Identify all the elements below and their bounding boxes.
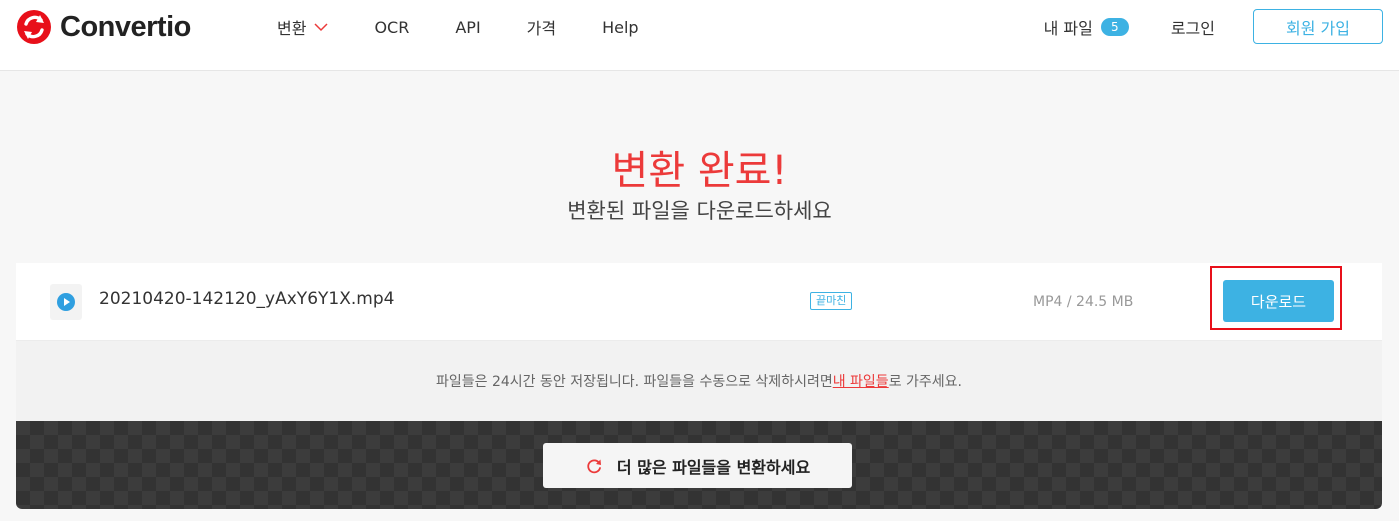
- convert-more-button[interactable]: 더 많은 파일들을 변환하세요: [543, 443, 852, 488]
- convert-more-area: 더 많은 파일들을 변환하세요: [16, 421, 1382, 509]
- nav-ocr[interactable]: OCR: [374, 18, 409, 37]
- login-link[interactable]: 로그인: [1171, 15, 1215, 39]
- nav-convert[interactable]: 변환: [277, 15, 328, 39]
- nav-help[interactable]: Help: [602, 18, 638, 37]
- convertio-logo-icon: [17, 10, 51, 44]
- refresh-icon: [587, 458, 601, 473]
- logo-text: Convertio: [60, 10, 191, 43]
- my-files-link[interactable]: 내 파일 5: [1044, 15, 1129, 39]
- page-subtitle: 변환된 파일을 다운로드하세요: [567, 199, 832, 223]
- account-nav: 내 파일 5 로그인 회원 가입: [1044, 9, 1383, 44]
- play-icon: [57, 293, 75, 311]
- file-row: 20210420-142120_yAxY6Y1X.mp4 끝마친 MP4 / 2…: [16, 263, 1382, 341]
- nav-convert-label: 변환: [277, 19, 307, 38]
- storage-info: 파일들은 24시간 동안 저장됩니다. 파일들을 수동으로 삭제하시려면 내 파…: [16, 341, 1382, 421]
- file-type-icon: [50, 284, 82, 320]
- nav-api[interactable]: API: [455, 18, 480, 37]
- page-title: 변환 완료!: [611, 148, 788, 194]
- my-files-count-badge: 5: [1100, 17, 1129, 36]
- signup-button[interactable]: 회원 가입: [1253, 9, 1383, 44]
- status-badge: 끝마친: [810, 292, 853, 310]
- convert-more-label: 더 많은 파일들을 변환하세요: [616, 457, 811, 477]
- my-files-label: 내 파일: [1043, 18, 1093, 38]
- info-text-before: 파일들은 24시간 동안 저장됩니다. 파일들을 수동으로 삭제하시려면: [435, 374, 833, 390]
- nav-pricing[interactable]: 가격: [527, 15, 556, 39]
- file-name: 20210420-142120_yAxY6Y1X.mp4: [99, 289, 395, 309]
- chevron-down-icon: [314, 23, 328, 32]
- logo[interactable]: Convertio: [16, 8, 191, 46]
- main-nav: 변환 OCR API 가격 Help: [277, 15, 685, 39]
- my-files-info-link[interactable]: 내 파일들: [833, 371, 889, 391]
- file-meta: MP4 / 24.5 MB: [1033, 294, 1134, 310]
- download-button[interactable]: 다운로드: [1223, 280, 1334, 322]
- top-header: Convertio 변환 OCR API 가격 Help 내 파일 5 로그인 …: [0, 0, 1399, 71]
- info-text-after: 로 가주세요.: [888, 374, 963, 390]
